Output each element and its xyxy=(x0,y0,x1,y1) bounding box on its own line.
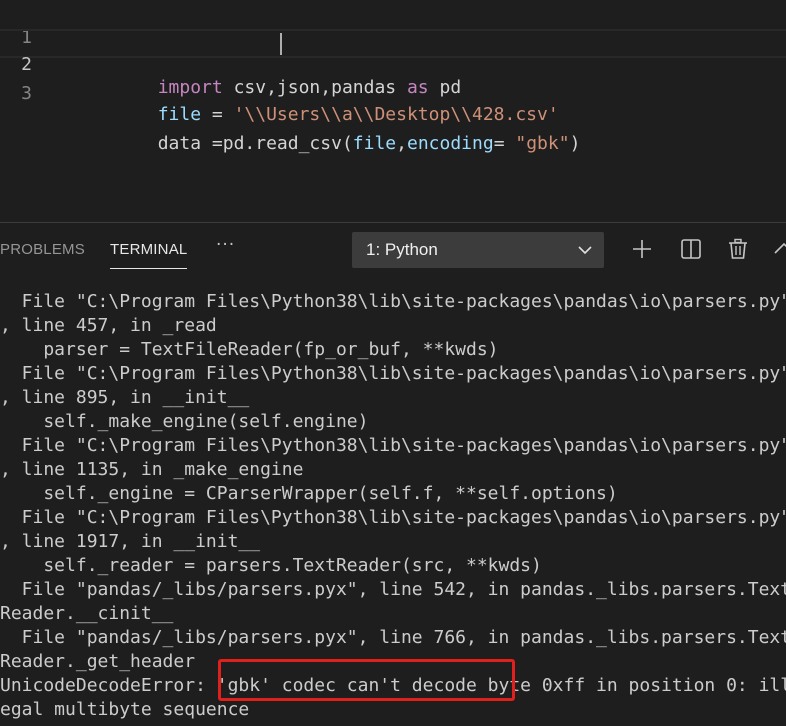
code-token: file xyxy=(352,133,397,154)
code-text[interactable]: data =pd.read_csv(file,encoding= "gbk") xyxy=(71,100,581,187)
active-tab-indicator xyxy=(110,268,187,269)
tab-problems[interactable]: PROBLEMS xyxy=(0,241,85,258)
code-line-3[interactable]: 3 data =pd.read_csv(file,encoding= "gbk"… xyxy=(0,58,786,154)
vscode-window: 1 import csv,json,pandas as pd 2 file = … xyxy=(0,0,786,726)
code-token: "gbk" xyxy=(515,133,570,154)
tab-terminal[interactable]: TERMINAL xyxy=(110,241,187,258)
panel-tab-bar: PROBLEMS TERMINAL ··· 1: Python xyxy=(0,223,786,279)
code-token: , xyxy=(396,133,407,154)
code-editor[interactable]: 1 import csv,json,pandas as pd 2 file = … xyxy=(0,0,786,222)
chevron-down-icon xyxy=(578,246,592,255)
terminal-line: , line 457, in _read xyxy=(0,315,217,336)
code-token: encoding xyxy=(406,133,494,154)
terminal-line: Reader.__cinit__ xyxy=(0,603,174,624)
terminal-line: File "pandas/_libs/parsers.pyx", line 76… xyxy=(0,627,786,648)
code-line-1[interactable]: 1 import csv,json,pandas as pd xyxy=(0,2,786,98)
terminal-line-error: egal multibyte sequence xyxy=(0,699,250,720)
code-token: ) xyxy=(569,133,581,154)
terminal-line: self._engine = CParserWrapper(self.f, **… xyxy=(0,483,618,504)
code-token: =pd.read_csv( xyxy=(201,133,353,154)
terminal-line: , line 1917, in __init__ xyxy=(0,531,261,552)
code-token: data xyxy=(157,133,202,154)
terminal-select-dropdown[interactable]: 1: Python xyxy=(352,232,604,268)
bottom-panel: PROBLEMS TERMINAL ··· 1: Python File "C:… xyxy=(0,222,786,726)
line-number: 3 xyxy=(21,83,32,104)
trash-icon[interactable] xyxy=(726,237,750,261)
more-actions-icon[interactable]: ··· xyxy=(216,235,235,255)
terminal-line: parser = TextFileReader(fp_or_buf, **kwd… xyxy=(0,339,499,360)
split-icon[interactable] xyxy=(679,237,703,261)
terminal-output[interactable]: File "C:\Program Files\Python38\lib\site… xyxy=(0,290,786,726)
text-cursor xyxy=(280,33,282,55)
code-line-2[interactable]: 2 file = '\\Users\\a\\Desktop\\428.csv' xyxy=(0,29,786,125)
terminal-line: , line 1135, in _make_engine xyxy=(0,459,304,480)
terminal-line: self._make_engine(self.engine) xyxy=(0,411,369,432)
code-token: = xyxy=(493,133,516,154)
terminal-line: Reader._get_header xyxy=(0,651,196,672)
terminal-line: File "pandas/_libs/parsers.pyx", line 54… xyxy=(0,579,786,600)
terminal-line: File "C:\Program Files\Python38\lib\site… xyxy=(0,435,786,456)
chevron-up-icon[interactable] xyxy=(772,237,786,261)
terminal-line: File "C:\Program Files\Python38\lib\site… xyxy=(0,507,786,528)
plus-icon[interactable] xyxy=(630,237,654,261)
terminal-line: self._reader = parsers.TextReader(src, *… xyxy=(0,555,542,576)
terminal-line: File "C:\Program Files\Python38\lib\site… xyxy=(0,291,786,312)
terminal-line: , line 895, in __init__ xyxy=(0,387,250,408)
terminal-line-error: UnicodeDecodeError: 'gbk' codec can't de… xyxy=(0,675,786,696)
terminal-select-value: 1: Python xyxy=(366,240,438,259)
terminal-line: File "C:\Program Files\Python38\lib\site… xyxy=(0,363,786,384)
